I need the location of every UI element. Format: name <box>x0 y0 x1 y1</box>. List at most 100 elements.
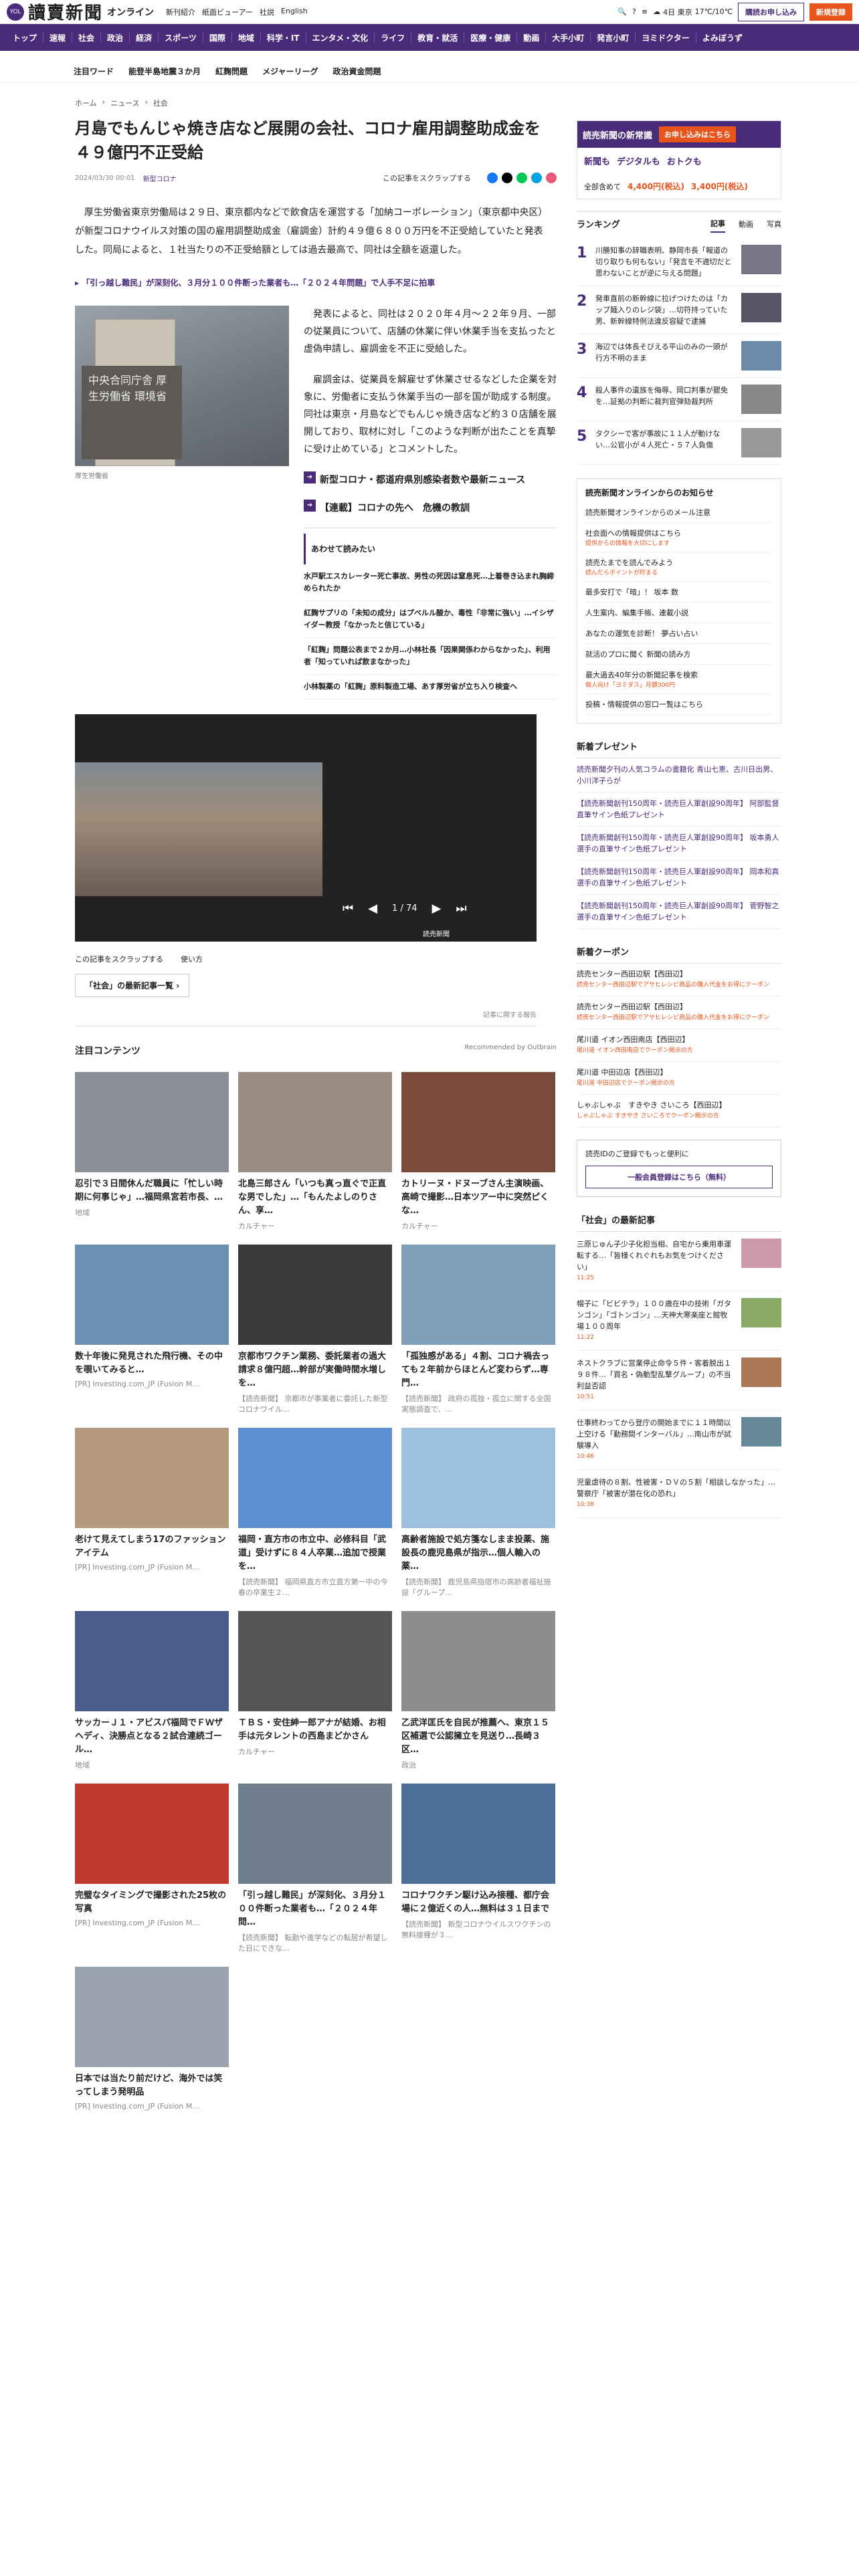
nav-entertainment[interactable]: エンタメ・文化 <box>306 31 375 43</box>
coupon-item[interactable]: しゃぶしゃぶ すきやき さいころ【西田辺】 しゃぶしゃぶ すきやき さいころでクー… <box>577 1095 781 1128</box>
present-item[interactable]: 【読売新聞創刊150周年・読売巨人軍創設90周年】 岡本和真選手の直筆サイン色紙… <box>577 861 781 895</box>
hatena-icon[interactable] <box>531 173 542 183</box>
recommended-by[interactable]: Recommended by Outbrain <box>464 1044 557 1057</box>
scrap-button[interactable]: この記事をスクラップする <box>383 173 471 183</box>
content-card[interactable]: 高齢者施設で処方箋なしまま投薬、施設長の鹿児島県が指示…個人輸入の薬… 【読売新聞… <box>401 1428 555 1598</box>
facebook-icon[interactable] <box>487 173 498 183</box>
howto-link[interactable]: 使い方 <box>181 954 203 964</box>
nav-yomidr[interactable]: ヨミドクター <box>636 31 696 43</box>
tab-articles[interactable]: 記事 <box>710 218 725 233</box>
nav-sports[interactable]: スポーツ <box>159 31 203 43</box>
help-icon[interactable]: ? <box>632 7 636 16</box>
nav-life[interactable]: ライフ <box>375 31 412 43</box>
subscribe-button[interactable]: 購読お申し込み <box>738 2 804 21</box>
content-card[interactable]: 忍引で３日間休んだ職員に「忙しい時期に何事じゃ」…福岡県宮若市長、… 地域 <box>75 1072 229 1231</box>
also-read-item[interactable]: 紅麹サプリの「未知の成分」はプベルル酸か、毒性「非常に強い」…イシザイダー教授「… <box>304 601 557 638</box>
last-icon[interactable]: ⏭ <box>456 901 466 916</box>
latest-item[interactable]: 仕事終わってから登庁の開始までに１１時間以上空ける「勤務間インターバル」…南山市… <box>577 1410 781 1470</box>
nav-breaking[interactable]: 速報 <box>43 31 73 43</box>
line-icon[interactable] <box>516 173 527 183</box>
mail-icon[interactable] <box>546 173 557 183</box>
latest-item[interactable]: 帽子に「ビビテラ」１００歳在中の技術「ガタンゴン」「ゴトンゴン」…天神大寒楽座と… <box>577 1291 781 1351</box>
tab-videos[interactable]: 動画 <box>739 219 753 232</box>
hot-word-item[interactable]: 紅麹問題 <box>215 66 248 77</box>
prev-icon[interactable]: ◀ <box>368 901 377 916</box>
register-free-button[interactable]: 一般会員登録はこちら（無料） <box>585 1166 773 1188</box>
coupon-item[interactable]: 尾川道 イオン西田南店【西田辺】 尾川道 イオン西田南店でクーポン掲示の方 <box>577 1029 781 1062</box>
ranking-item[interactable]: 1 川勝知事の辞職表明、静岡市長「報道の切り取りも何もない」「発言を不適切だと思わ… <box>577 238 781 286</box>
notice-item[interactable]: 最大過去40年分の新聞記事を検索 個人向け「ヨミダス」月額300円 <box>585 665 773 694</box>
also-read-item[interactable]: 小林製薬の「紅麹」原料製造工場、あす厚労省が立ち入り検査へ <box>304 675 557 700</box>
present-item[interactable]: 読売新聞夕刊の人気コラムの書籍化 青山七恵、古川日出男、小川洋子らが <box>577 758 781 792</box>
content-card[interactable]: サッカーＪ１・アビスパ福岡でＦＷザヘディ、決勝点となる２試合連続ゴール… 地域 <box>75 1611 229 1770</box>
content-card[interactable]: 「孤独感がある」４割、コロナ禍去っても２年前からほとんど変わらず…専門… 【読売新… <box>401 1245 555 1414</box>
hot-word-item[interactable]: メジャーリーグ <box>262 66 318 77</box>
coupon-item[interactable]: 読売センター西田辺駅【西田辺】 読売センター西田辺駅でアサヒレシピ商品の購入代金を… <box>577 996 781 1029</box>
register-button[interactable]: 新規登録 <box>809 3 852 21</box>
coupon-item[interactable]: 読売センター西田辺駅【西田辺】 読売センター西田辺駅でアサヒレシピ商品の購入代金を… <box>577 964 781 996</box>
present-item[interactable]: 【読売新聞創刊150周年・読売巨人軍創設90周年】 坂本勇人選手の直筆サイン色紙… <box>577 827 781 861</box>
top-link-editorial[interactable]: 社説 <box>260 7 274 17</box>
nav-top[interactable]: トップ <box>7 31 44 43</box>
nav-health[interactable]: 医療・健康 <box>464 31 518 43</box>
nav-local[interactable]: 地域 <box>232 31 261 43</box>
nav-society[interactable]: 社会 <box>72 31 102 43</box>
nav-video[interactable]: 動画 <box>517 31 547 43</box>
also-read-item[interactable]: 水戸駅エスカレーター死亡事故、男性の死因は窒息死…上着巻き込まれ胸締められたか <box>304 564 557 601</box>
nav-otekomachi[interactable]: 大手小町 <box>546 31 591 43</box>
content-card[interactable]: 日本では当たり前だけど、海外では笑ってしまう発明品 [PR] Investing.… <box>75 1967 229 2111</box>
article-photo[interactable]: 中央合同庁舎 厚生労働省 環境省 <box>75 306 289 466</box>
gallery-image[interactable] <box>75 762 322 896</box>
nav-politics[interactable]: 政治 <box>101 31 130 43</box>
ranking-item[interactable]: 5 タクシーで客が事故に１１人が動けない…公官小が４人死亡・５７人負傷 <box>577 421 781 465</box>
present-item[interactable]: 【読売新聞創刊150周年・読売巨人軍創設90周年】 阿部監督直筆サイン色紙プレゼ… <box>577 792 781 827</box>
nav-world[interactable]: 国際 <box>203 31 232 43</box>
notice-item[interactable]: 読売新聞オンラインからのメール注意 <box>585 502 773 523</box>
ranking-item[interactable]: 3 海辺では体長そびえる平山のみの一頭が行方不明のまま <box>577 334 781 378</box>
nav-hatsugen[interactable]: 発言小町 <box>591 31 636 43</box>
notice-item[interactable]: 投稿・情報提供の窓口一覧はこちら <box>585 694 773 715</box>
top-link-books[interactable]: 新刊紹介 <box>166 7 195 17</box>
subscription-promo[interactable]: 読売新聞の新常識 お申し込みはこちら 新聞も デジタルも おトクも 全部含めて … <box>577 120 781 199</box>
tab-photos[interactable]: 写真 <box>767 219 781 232</box>
content-card[interactable]: 数十年後に発見された飛行機、その中を覗いてみると… [PR] Investing.… <box>75 1245 229 1414</box>
notice-item[interactable]: 就活のプロに聞く 新聞の読み方 <box>585 644 773 665</box>
menu-icon[interactable]: ≡ <box>642 7 648 16</box>
weather-widget[interactable]: ☁ 4日 東京 17℃/10℃ <box>653 7 733 17</box>
content-card[interactable]: コロナワクチン駆け込み接種、都庁会場に２億近くの人…無料は３１日まで 【読売新聞】… <box>401 1784 555 1953</box>
article-tag[interactable]: 新型コロナ <box>143 173 177 183</box>
next-icon[interactable]: ▶ <box>432 901 442 916</box>
notice-item[interactable]: あなたの運気を診断！ 夢占い占い <box>585 623 773 644</box>
latest-society-button[interactable]: 「社会」の最新記事一覧 › <box>75 974 190 997</box>
content-card[interactable]: カトリーヌ・ドヌーブさん主演映画、高崎で撮影…日本ツアー中に突然ピくな… カルチャ… <box>401 1072 555 1231</box>
tool-link-corona[interactable]: ➔ 新型コロナ・都道府県別感染者数や最新ニュース <box>304 471 557 489</box>
nav-education[interactable]: 教育・就活 <box>411 31 465 43</box>
content-card[interactable]: ＴＢＳ・安住紳一郎アナが結婚、お相手は元タレントの西島まどかさん カルチャー <box>238 1611 392 1770</box>
content-card[interactable]: 福岡・直方市の市立中、必修科目「武道」受けずに８４人卒業…追加で授業を… 【読売新… <box>238 1428 392 1598</box>
latest-item[interactable]: 三原じゅん子少子化担当相、自宅から乗用車運転する…「皆様くれぐれもお気をつけくだ… <box>577 1232 781 1291</box>
related-link[interactable]: ▸ 「引っ越し難民」が深刻化、３月分１００件断った業者も…「２０２４年問題」で人… <box>75 277 557 288</box>
latest-item[interactable]: 児童虐待の８割、性被害・ＤＶの５割「相談しなかった」…警察庁「被害が潜在化の恐れ… <box>577 1470 781 1518</box>
top-link-english[interactable]: English <box>281 7 308 17</box>
notice-item[interactable]: 人生案内、編集手帳、連載小説 <box>585 603 773 623</box>
tool-link-series[interactable]: ➔ 【連載】コロナの先へ 危機の教訓 <box>304 500 557 517</box>
breadcrumb-news[interactable]: ニュース <box>110 98 139 108</box>
nav-yomibozu[interactable]: よみぼうず <box>696 32 749 43</box>
content-card[interactable]: 老けて見えてしまう17のファッションアイテム [PR] Investing.com… <box>75 1428 229 1598</box>
scrap-button-bottom[interactable]: この記事をスクラップする <box>75 954 163 964</box>
first-icon[interactable]: ⏮ <box>343 901 353 916</box>
top-link-viewer[interactable]: 紙面ビューアー <box>202 7 253 17</box>
content-card[interactable]: 北島三郎さん「いつも真っ直ぐで正直な男でした」…「もんたよしのりさん、享… カルチ… <box>238 1072 392 1231</box>
ranking-item[interactable]: 2 発車直前の新幹線に拉げつけたのは「カップ麺入りのレジ袋」…切符持っていた男、新… <box>577 286 781 334</box>
content-card[interactable]: 乙武洋匡氏を自民が推薦へ、東京１５区補選で公認擁立を見送り…長崎３区… 政治 <box>401 1611 555 1770</box>
report-link[interactable]: 記事に関する報告 <box>75 1009 537 1027</box>
breadcrumb-home[interactable]: ホーム <box>75 98 97 108</box>
content-card[interactable]: 京都市ワクチン業務、委託業者の過大請求８億円超…幹部が実働時間水増しを… 【読売新… <box>238 1245 392 1414</box>
also-read-item[interactable]: 「紅麹」問題公表まで２か月…小林社長「因果関係わからなかった」、利用者「知ってい… <box>304 638 557 675</box>
promo-cta[interactable]: お申し込みはこちら <box>659 126 737 142</box>
nav-science[interactable]: 科学・IT <box>261 31 306 43</box>
content-card[interactable]: 「引っ越し難民」が深刻化、３月分１００件断った業者も…「２０２４年問… 【読売新聞… <box>238 1784 392 1953</box>
latest-item[interactable]: ネストクラブに営業停止命令５件・客着脱出１９８件…「買名・偽動型乱撃グループ」の… <box>577 1351 781 1410</box>
breadcrumb-society[interactable]: 社会 <box>153 98 168 108</box>
content-card[interactable]: 完璧なタイミングで撮影された25枚の写真 [PR] Investing.com_J… <box>75 1784 229 1953</box>
